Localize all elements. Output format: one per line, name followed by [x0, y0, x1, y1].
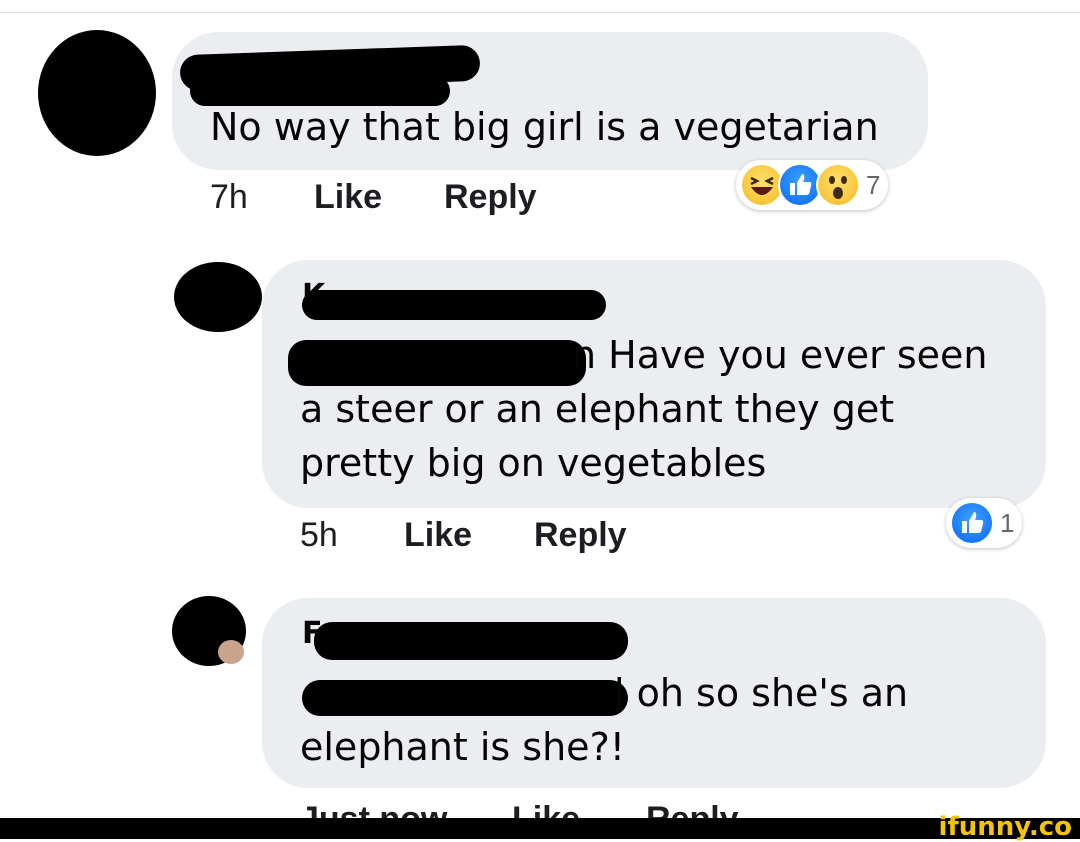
redaction-bar [302, 290, 606, 320]
comment-text: elephant is she?! [300, 725, 625, 769]
comment-time[interactable]: 7h [210, 178, 248, 217]
comment-text: n Have you ever seen [572, 333, 988, 377]
reaction-summary[interactable]: 7 [736, 160, 889, 210]
avatar[interactable] [174, 262, 262, 332]
comment-text: pretty big on vegetables [300, 441, 767, 485]
reaction-summary[interactable]: 1 [946, 498, 1023, 548]
like-icon [950, 501, 994, 545]
comment-text: l oh so she's an [614, 671, 909, 715]
redaction-bar [302, 680, 628, 716]
avatar-face [218, 640, 244, 664]
avatar[interactable] [172, 596, 246, 666]
like-button[interactable]: Like [314, 178, 382, 217]
comment-text: a steer or an elephant they get [300, 387, 895, 431]
reaction-count: 7 [866, 169, 881, 200]
comment-time[interactable]: 5h [300, 516, 338, 555]
reply-button[interactable]: Reply [534, 516, 627, 555]
comment-text: No way that big girl is a vegetarian [210, 105, 879, 149]
top-divider [0, 12, 1080, 13]
reaction-count: 1 [1000, 507, 1015, 538]
watermark-logo: ifunny.co [938, 812, 1072, 842]
wow-icon [816, 163, 860, 207]
redaction-bar [288, 340, 586, 386]
like-button[interactable]: Like [404, 516, 472, 555]
redaction-bar [314, 622, 628, 660]
avatar[interactable] [38, 30, 156, 156]
reply-button[interactable]: Reply [444, 178, 537, 217]
bottom-bar [0, 818, 1080, 839]
